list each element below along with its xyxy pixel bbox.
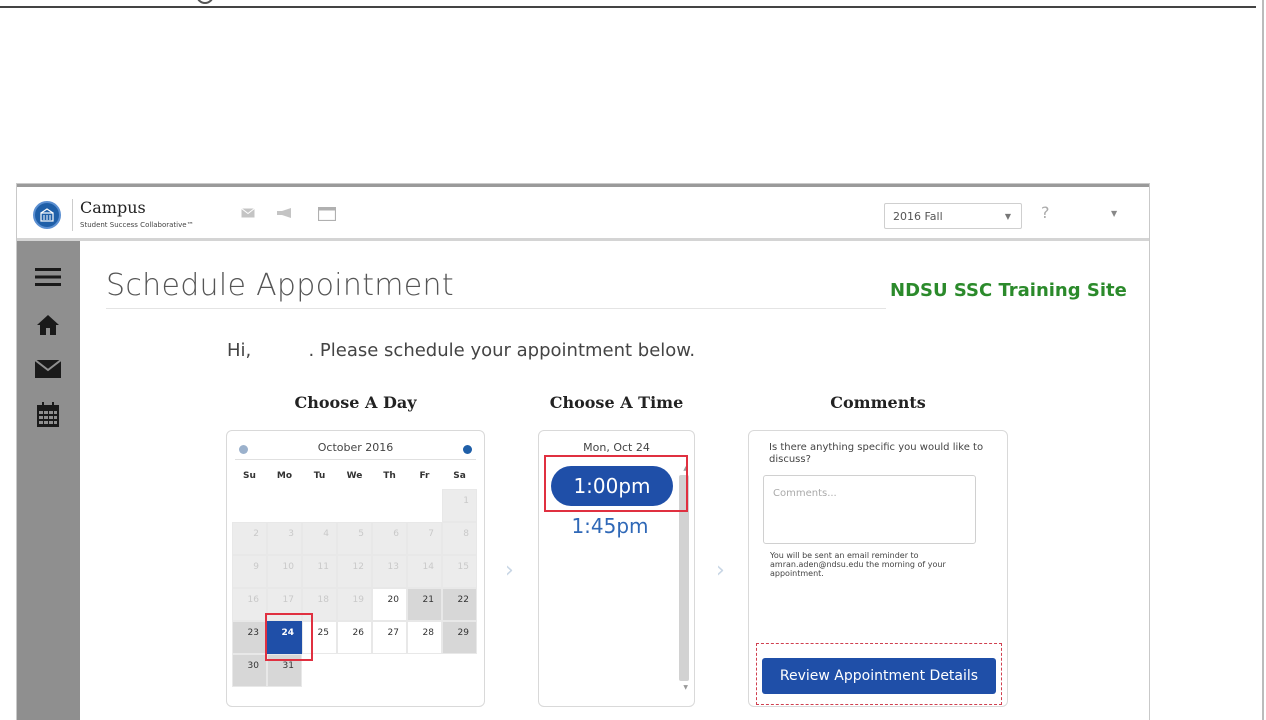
calendar-day[interactable]: 21 — [407, 588, 442, 621]
help-button[interactable]: ? — [1041, 203, 1050, 222]
calendar-day-empty — [372, 654, 407, 687]
right-border — [1262, 0, 1264, 720]
top-nav-bar: Campus Student Success Collaborative™ 20… — [17, 184, 1149, 241]
choose-time-heading: Choose A Time — [549, 393, 684, 412]
calendar-day-empty — [407, 489, 442, 522]
calendar-day[interactable]: 26 — [337, 621, 372, 654]
calendar-day-empty — [337, 489, 372, 522]
calendar-day: 15 — [442, 555, 477, 588]
chevron-right-icon: › — [505, 558, 514, 583]
email-reminder-text: You will be sent an email reminder to am… — [770, 551, 946, 578]
weekday-label: Sa — [453, 471, 466, 481]
calendar-day-empty — [302, 489, 337, 522]
megaphone-icon[interactable] — [277, 207, 293, 221]
mail-icon[interactable] — [33, 355, 63, 383]
top-border — [0, 0, 1256, 8]
comments-heading: Comments — [830, 393, 926, 412]
calendar-icon[interactable] — [33, 401, 63, 429]
calendar-window-icon[interactable] — [317, 206, 337, 224]
calendar-day: 4 — [302, 522, 337, 555]
weekday-label: Fr — [419, 471, 430, 481]
weekday-label: Tu — [313, 471, 326, 481]
comments-textarea[interactable]: Comments... — [763, 475, 976, 544]
calendar-day-empty — [337, 654, 372, 687]
calendar-day: 12 — [337, 555, 372, 588]
home-icon[interactable] — [33, 311, 63, 339]
next-month-icon[interactable] — [463, 445, 472, 454]
calendar-day[interactable]: 29 — [442, 621, 477, 654]
calendar-day-empty — [442, 654, 477, 687]
highlight-review-button — [756, 643, 1002, 705]
page-title: Schedule Appointment — [106, 268, 454, 303]
calendar-day-empty — [232, 489, 267, 522]
calendar-day-empty — [372, 489, 407, 522]
calendar-day[interactable]: 23 — [232, 621, 267, 654]
weekday-label: We — [346, 471, 363, 481]
sidebar — [17, 241, 80, 720]
calendar-day: 2 — [232, 522, 267, 555]
chevron-right-icon: › — [716, 558, 725, 583]
weekday-header-row: Su Mo Tu We Th Fr Sa — [232, 471, 477, 483]
term-select[interactable]: 2016 Fall ▼ — [884, 203, 1022, 229]
comments-placeholder: Comments... — [773, 488, 837, 499]
brand-name: Campus — [80, 198, 146, 217]
menu-icon[interactable] — [33, 263, 63, 291]
calendar-day: 8 — [442, 522, 477, 555]
calendar-day: 3 — [267, 522, 302, 555]
calendar-day: 1 — [442, 489, 477, 522]
university-logo-icon[interactable] — [33, 201, 61, 229]
highlight-selected-time — [544, 455, 688, 512]
calendar-day: 6 — [372, 522, 407, 555]
calendar-day: 5 — [337, 522, 372, 555]
envelope-icon[interactable] — [241, 207, 255, 221]
greeting-text: Hi, . Please schedule your appointment b… — [227, 340, 696, 361]
calendar-day: 7 — [407, 522, 442, 555]
selected-date-label: Mon, Oct 24 — [583, 441, 650, 454]
brand-tagline: Student Success Collaborative™ — [80, 221, 194, 229]
weekday-label: Su — [243, 471, 256, 481]
calendar-day: 19 — [337, 588, 372, 621]
calendar-month-label: October 2016 — [317, 441, 394, 454]
app-window: Campus Student Success Collaborative™ 20… — [16, 183, 1150, 720]
calendar-day[interactable]: 20 — [372, 588, 407, 621]
calendar-panel: October 2016 Su Mo Tu We Th Fr Sa 1 2 3 4 5 6 7 8 9 10 1… — [226, 430, 485, 707]
calendar-day: 14 — [407, 555, 442, 588]
user-menu-chevron-icon[interactable]: ▼ — [1111, 209, 1117, 218]
calendar-day[interactable]: 30 — [232, 654, 267, 687]
term-select-value: 2016 Fall — [893, 210, 943, 223]
calendar-day-empty — [267, 489, 302, 522]
title-divider — [106, 308, 886, 309]
highlight-selected-day — [265, 613, 313, 661]
calendar-day[interactable]: 27 — [372, 621, 407, 654]
choose-day-heading: Choose A Day — [294, 393, 417, 412]
calendar-day: 9 — [232, 555, 267, 588]
comment-question: Is there anything specific you would lik… — [769, 442, 984, 465]
calendar-day[interactable]: 22 — [442, 588, 477, 621]
calendar-day: 10 — [267, 555, 302, 588]
calendar-day: 16 — [232, 588, 267, 621]
chevron-down-icon: ▼ — [1004, 212, 1011, 221]
site-name: NDSU SSC Training Site — [890, 280, 1127, 301]
calendar-day-empty — [407, 654, 442, 687]
prev-month-icon[interactable] — [239, 445, 248, 454]
weekday-label: Mo — [276, 471, 293, 481]
calendar-day[interactable]: 28 — [407, 621, 442, 654]
weekday-label: Th — [383, 471, 396, 481]
time-slot[interactable]: 1:45pm — [539, 514, 681, 538]
scroll-down-icon[interactable]: ▼ — [683, 684, 688, 691]
calendar-day: 13 — [372, 555, 407, 588]
calendar-day: 11 — [302, 555, 337, 588]
